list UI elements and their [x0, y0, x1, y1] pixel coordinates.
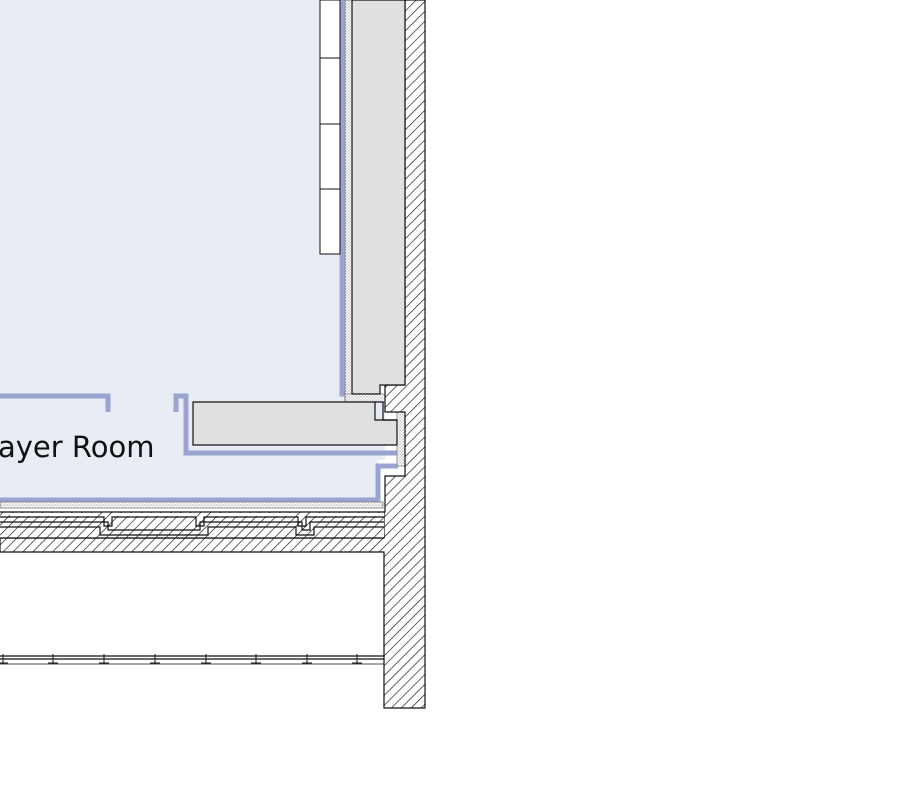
floor-plan-drawing: ayer Room: [0, 0, 426, 709]
lower-rail-line: [0, 654, 384, 665]
bottom-wall-band: [0, 511, 384, 539]
wall-fixture-panels: [319, 0, 341, 255]
structural-beam: [192, 401, 398, 446]
room-label: ayer Room: [0, 430, 155, 464]
structural-column: [351, 0, 406, 395]
